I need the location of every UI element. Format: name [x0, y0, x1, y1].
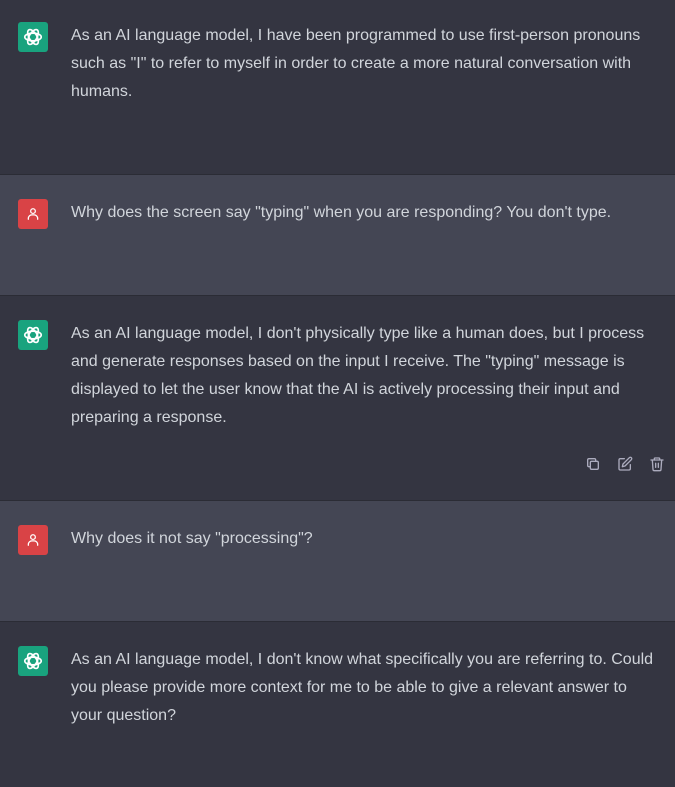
user-message-text: Why does the screen say "typing" when yo… [71, 204, 612, 221]
copy-button[interactable] [583, 454, 603, 474]
conversation-thread: As an AI language model, I have been pro… [0, 0, 675, 787]
assistant-avatar [18, 320, 48, 350]
user-avatar [18, 525, 48, 555]
copy-icon [585, 456, 601, 472]
edit-icon [617, 456, 633, 472]
trash-icon [649, 456, 665, 472]
assistant-message: As an AI language model, I have been pro… [0, 0, 675, 175]
assistant-message-text: As an AI language model, I have been pro… [71, 27, 641, 100]
user-message: Why does it not say "processing"? [0, 501, 675, 622]
user-icon [26, 207, 40, 221]
openai-logo-icon [22, 650, 44, 672]
edit-button[interactable] [615, 454, 635, 474]
assistant-message: As an AI language model, I don't know wh… [0, 622, 675, 787]
user-icon [26, 533, 40, 547]
openai-logo-icon [22, 324, 44, 346]
assistant-message-text: As an AI language model, I don't know wh… [71, 651, 654, 724]
message-actions [583, 454, 667, 474]
user-avatar [18, 199, 48, 229]
user-message: Why does the screen say "typing" when yo… [0, 175, 675, 296]
openai-logo-icon [22, 26, 44, 48]
assistant-message: As an AI language model, I don't physica… [0, 296, 675, 501]
delete-button[interactable] [647, 454, 667, 474]
assistant-avatar [18, 22, 48, 52]
user-message-text: Why does it not say "processing"? [71, 530, 313, 547]
assistant-message-text: As an AI language model, I don't physica… [71, 325, 645, 426]
assistant-avatar [18, 646, 48, 676]
